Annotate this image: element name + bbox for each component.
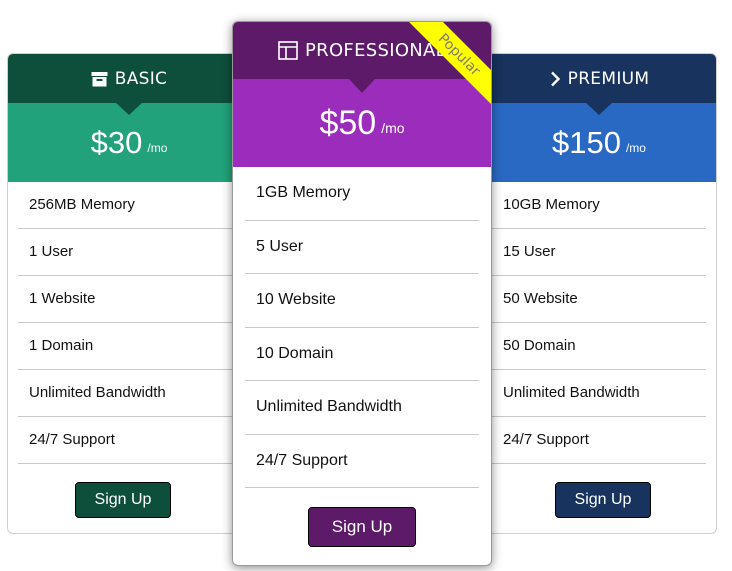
price-amount: $150 <box>552 124 621 160</box>
price-amount: $30 <box>90 124 143 160</box>
pricing-card-basic: BASIC $30 /mo 256MB Memory 1 User 1 Webs… <box>7 53 251 534</box>
feature-item: 10 Website <box>245 274 479 328</box>
feature-item: 24/7 Support <box>492 417 706 464</box>
feature-item: 24/7 Support <box>18 417 240 464</box>
feature-list: 256MB Memory 1 User 1 Website 1 Domain U… <box>8 182 250 464</box>
pricing-card-professional: Popular PROFESSIONAL $50 /mo 1GB Memory … <box>232 21 492 566</box>
plan-name: PREMIUM <box>567 68 650 89</box>
plan-header: BASIC <box>8 54 250 115</box>
feature-item: 1 Domain <box>18 323 240 370</box>
feature-item: 1GB Memory <box>245 167 479 221</box>
plan-name: PROFESSIONAL <box>305 40 446 61</box>
header-pointer <box>585 102 613 115</box>
price-amount: $50 <box>319 103 377 142</box>
feature-item: 24/7 Support <box>245 435 479 488</box>
feature-item: 10 Domain <box>245 328 479 381</box>
feature-item: 10GB Memory <box>492 182 706 229</box>
price-period: /mo <box>625 140 646 155</box>
header-pointer <box>348 78 376 93</box>
feature-item: 256MB Memory <box>18 182 240 229</box>
feature-item: 1 User <box>18 229 240 276</box>
header-pointer <box>115 102 143 115</box>
feature-item: Unlimited Bandwidth <box>492 370 706 417</box>
sign-up-button[interactable]: Sign Up <box>75 482 171 518</box>
sign-up-button[interactable]: Sign Up <box>308 507 416 547</box>
chevron-right-icon <box>550 71 560 86</box>
plan-header: PREMIUM <box>482 54 716 115</box>
layout-icon <box>278 41 298 60</box>
feature-item: 50 Website <box>492 276 706 323</box>
sign-up-button[interactable]: Sign Up <box>555 482 651 518</box>
feature-list: 1GB Memory 5 User 10 Website 10 Domain U… <box>233 167 491 488</box>
feature-item: 1 Website <box>18 276 240 323</box>
feature-item: 15 User <box>492 229 706 276</box>
feature-item: 5 User <box>245 221 479 274</box>
feature-list: 10GB Memory 15 User 50 Website 50 Domain… <box>482 182 716 464</box>
plan-name: BASIC <box>114 68 168 89</box>
feature-item: Unlimited Bandwidth <box>18 370 240 417</box>
feature-item: 50 Domain <box>492 323 706 370</box>
price-period: /mo <box>381 120 405 136</box>
archive-icon <box>91 71 108 86</box>
pricing-card-premium: PREMIUM $150 /mo 10GB Memory 15 User 50 … <box>481 53 717 534</box>
price-period: /mo <box>147 140 168 155</box>
feature-item: Unlimited Bandwidth <box>245 381 479 435</box>
